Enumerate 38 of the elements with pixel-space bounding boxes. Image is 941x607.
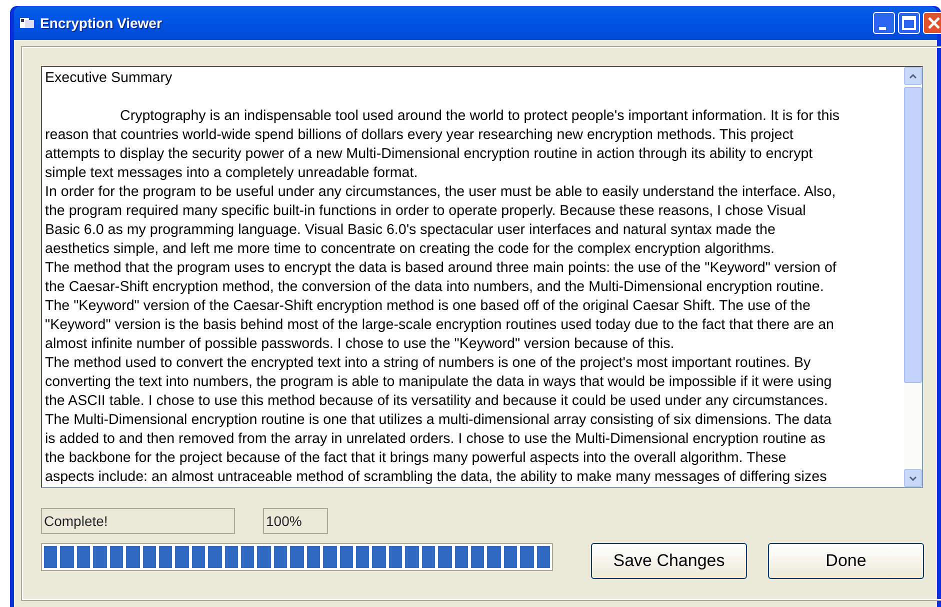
status-label: Complete! — [41, 508, 235, 534]
text-line: "Keyword" version is the basis behind most of the large-scale encryption routines used today due to the fact that there are an — [45, 316, 834, 335]
text-line: Cryptography is an indispensable tool used around the world to protect people's important information. It is for this — [119, 107, 840, 126]
text-line: The "Keyword" version of the Caesar-Shift encryption method is one based off of the original Caesar Shift. The use of the — [45, 297, 810, 316]
text-line: simple text messages into a completely unreadable format. — [45, 164, 418, 183]
text-line: the ASCII table. I chose to use this method because of its versatility and because it could be used under any circumstances. — [45, 392, 828, 411]
text-line: the backbone for the project because of the fact that it brings many powerful aspects into the overall algorithm. These — [45, 449, 786, 468]
text-line: aesthetics simple, and left me more time to concentrate on creating the code for the complex encryption algorithms. — [45, 240, 775, 259]
close-button[interactable] — [923, 12, 941, 34]
minimize-icon — [879, 26, 886, 30]
text-line: is added to and then removed from the array in unrelated orders. I chose to use the Multi-Dimensional encryption routine as — [45, 430, 826, 449]
text-line: the Caesar-Shift encryption method, the conversion of the data into numbers, and the Multi-Dimensional encryption routine. — [45, 278, 824, 297]
maximize-icon — [902, 16, 916, 30]
text-area[interactable] — [41, 66, 923, 488]
text-line: The method that the program uses to encrypt the data is based around three main points: the use of the "Keyword" version of — [45, 259, 836, 278]
scrollbar[interactable] — [904, 67, 922, 487]
maximize-button[interactable] — [898, 12, 920, 34]
text-line: aspects include: an almost untraceable method of scrambling the data, the ability to make many messages of differing sizes — [45, 468, 827, 487]
document-heading: Executive Summary — [45, 69, 172, 88]
text-line: attempts to display the security power of a new Multi-Dimensional encryption routine in action through its ability to encrypt — [45, 145, 813, 164]
scroll-thumb[interactable] — [904, 87, 922, 383]
scroll-up-icon[interactable] — [909, 74, 917, 78]
minimize-button[interactable] — [873, 12, 895, 34]
scroll-down-icon[interactable] — [909, 476, 917, 480]
percent-label: 100% — [263, 508, 328, 534]
text-line: almost infinite number of possible passwords. I chose to use the "Keyword" version because of this. — [45, 335, 674, 354]
text-line: Basic 6.0 as my programming language. Visual Basic 6.0's spectacular user interfaces and natural syntax made the — [45, 221, 776, 240]
done-button[interactable]: Done — [768, 543, 924, 579]
window-title: Encryption Viewer — [40, 14, 162, 33]
text-line: the program required many specific built-in functions in order to operate properly. Because these reasons, I chose Visual — [45, 202, 806, 221]
text-line: reason that countries world-wide spend billions of dollars every year researching new encryption methods. This project — [45, 126, 794, 145]
text-line: The Multi-Dimensional encryption routine is one that utilizes a multi-dimensional array consisting of six dimensions. The data — [45, 411, 832, 430]
save-changes-button[interactable]: Save Changes — [591, 543, 747, 579]
text-line: The method used to convert the encrypted text into a string of numbers is one of the project's most important routines. By — [45, 354, 811, 373]
text-line: In order for the program to be useful under any circumstances, the user must be able to easily understand the interface. Also, — [45, 183, 836, 202]
close-icon — [928, 17, 940, 29]
text-line: converting the text into numbers, the program is able to manipulate the data in ways that would be impossible if it were using — [45, 373, 832, 392]
app-icon — [20, 17, 34, 29]
